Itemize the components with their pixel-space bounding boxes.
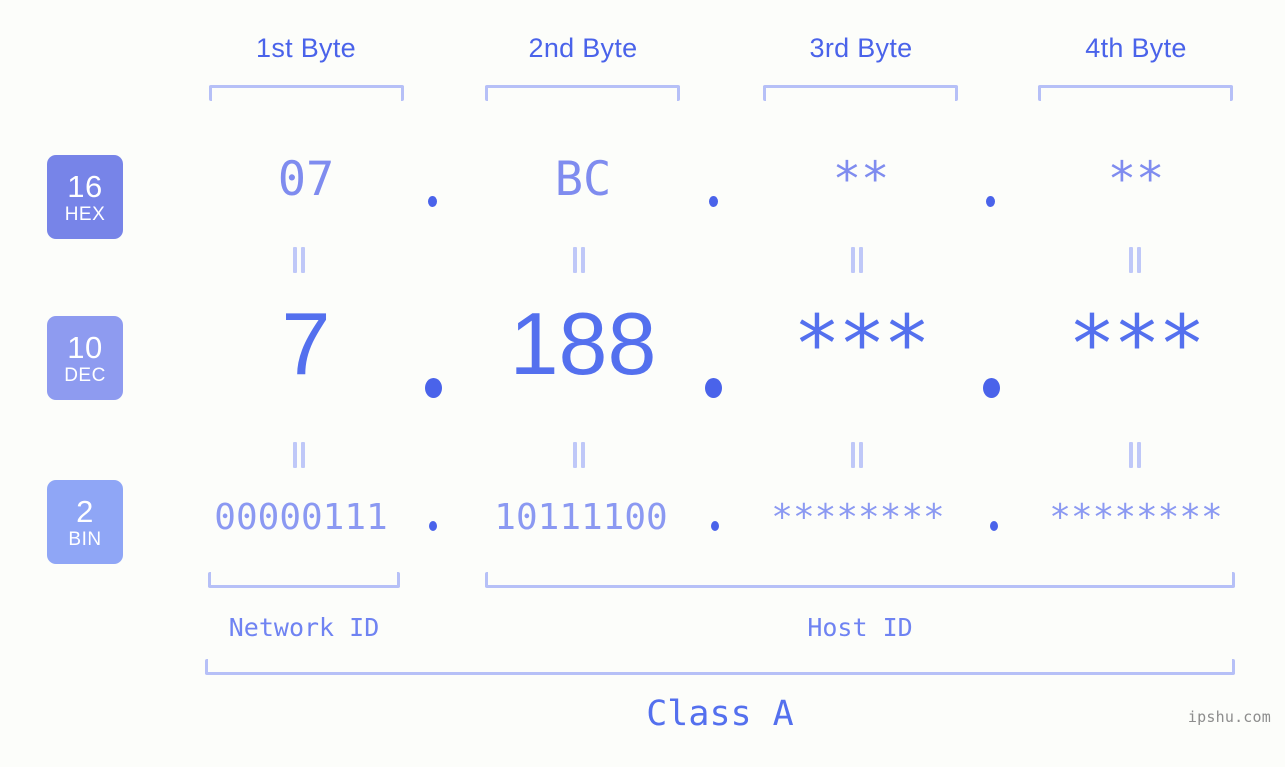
byte-header-2: 2nd Byte	[528, 33, 638, 63]
bin-byte-2: 10111100	[494, 497, 668, 538]
byte-bracket-4	[1038, 85, 1233, 101]
network-id-bracket	[208, 572, 400, 588]
class-bracket	[205, 659, 1235, 675]
equivalence-mark-dec-bin-1	[292, 442, 308, 468]
host-id-bracket	[485, 572, 1235, 588]
hex-byte-3: **	[832, 152, 890, 207]
dec-byte-1: 7	[281, 294, 331, 393]
base-badge-dec-number: 10	[67, 329, 103, 365]
byte-header-3: 3rd Byte	[809, 33, 913, 63]
equivalence-mark-hex-dec-1	[292, 247, 308, 273]
hex-byte-1: 07	[277, 152, 335, 207]
dec-separator-dot-2	[705, 378, 722, 398]
hex-separator-dot-2	[709, 196, 718, 207]
base-badge-bin-number: 2	[76, 493, 94, 529]
base-badge-bin: 2 BIN	[47, 480, 123, 564]
dec-byte-3: ***	[793, 300, 931, 390]
network-id-label: Network ID	[228, 613, 380, 642]
base-badge-hex-number: 16	[67, 168, 103, 204]
equivalence-mark-dec-bin-3	[850, 442, 866, 468]
base-badge-dec-name: DEC	[64, 364, 106, 386]
base-badge-dec: 10 DEC	[47, 316, 123, 400]
hex-byte-2: BC	[554, 152, 612, 207]
hex-separator-dot-3	[986, 196, 995, 207]
equivalence-mark-dec-bin-2	[572, 442, 588, 468]
bin-byte-3: ********	[771, 497, 945, 538]
byte-bracket-1	[209, 85, 404, 101]
base-badge-bin-name: BIN	[68, 528, 102, 550]
byte-header-1: 1st Byte	[256, 33, 356, 63]
hex-byte-4: **	[1107, 152, 1165, 207]
base-badge-hex-name: HEX	[64, 203, 106, 225]
dec-byte-4: ***	[1068, 300, 1206, 390]
host-id-label: Host ID	[807, 613, 913, 642]
bin-byte-1: 00000111	[214, 497, 388, 538]
equivalence-mark-hex-dec-2	[572, 247, 588, 273]
dec-byte-2: 188	[509, 294, 657, 393]
bin-separator-dot-2	[711, 521, 719, 531]
bin-separator-dot-3	[990, 521, 998, 531]
bin-separator-dot-1	[429, 521, 437, 531]
dec-separator-dot-3	[983, 378, 1000, 398]
byte-bracket-2	[485, 85, 680, 101]
byte-bracket-3	[763, 85, 958, 101]
class-label: Class A	[646, 694, 794, 734]
equivalence-mark-hex-dec-4	[1128, 247, 1144, 273]
equivalence-mark-hex-dec-3	[850, 247, 866, 273]
dec-separator-dot-1	[425, 378, 442, 398]
site-watermark: ipshu.com	[1187, 708, 1271, 726]
equivalence-mark-dec-bin-4	[1128, 442, 1144, 468]
bin-byte-4: ********	[1049, 497, 1223, 538]
ip-address-diagram: 1st Byte 2nd Byte 3rd Byte 4th Byte 16 H…	[0, 0, 1285, 767]
byte-header-4: 4th Byte	[1085, 33, 1187, 63]
base-badge-hex: 16 HEX	[47, 155, 123, 239]
hex-separator-dot-1	[428, 196, 437, 207]
